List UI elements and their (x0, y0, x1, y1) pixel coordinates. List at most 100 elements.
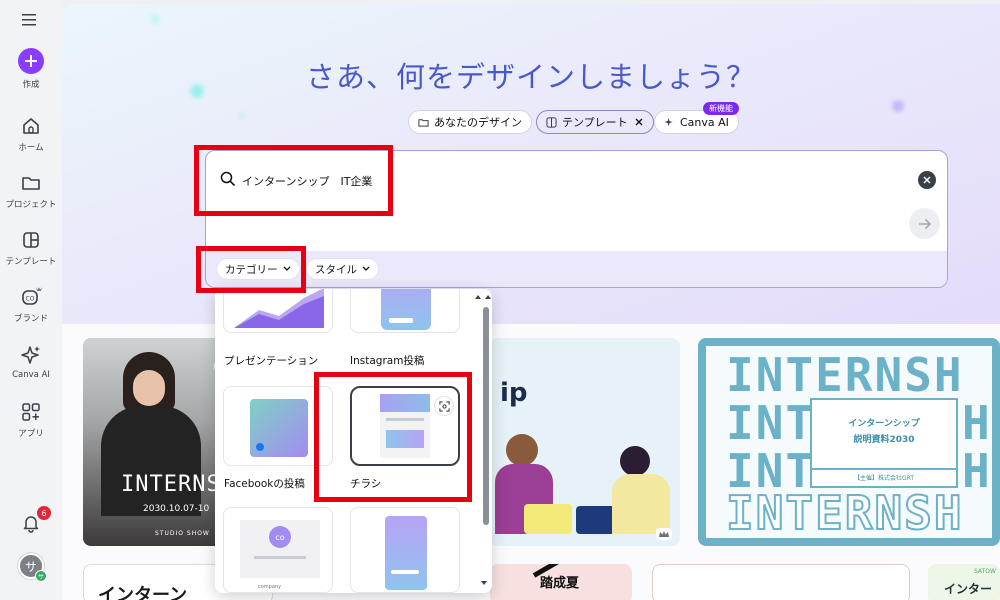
sidebar: 作成 ホーム プロジェクト テンプレート CO ブランド Canva AI アプ… (0, 0, 62, 600)
card-title: INTERNSH (726, 348, 964, 402)
card-text: 説明資料2030 (853, 435, 915, 445)
sidebar-item-home[interactable]: ホーム (0, 115, 62, 153)
menu-icon[interactable] (22, 12, 40, 28)
svg-text:CO: CO (26, 296, 35, 303)
sidebar-item-apps[interactable]: アプリ (0, 401, 62, 439)
template-icon (23, 232, 39, 248)
sparkle-icon (21, 346, 40, 364)
filter-category-button[interactable]: カテゴリー (216, 258, 300, 280)
template-card-bottom-4[interactable]: SATOW インター (928, 564, 1000, 600)
category-thumb-facebook[interactable] (223, 386, 333, 466)
tab-your-designs[interactable]: あなたのデザイン (408, 110, 532, 134)
tab-label: あなたのデザイン (434, 116, 522, 129)
chevron-down-icon (283, 266, 290, 271)
notification-count-badge: 6 (37, 506, 51, 520)
main-content: さあ、何をデザインしましょう？ あなたのデザイン テンプレート Canva AI… (62, 4, 1000, 600)
card-text: 【主催】株式会社GRT (812, 468, 956, 482)
filter-style-button[interactable]: スタイル (306, 258, 379, 280)
clear-search-button[interactable] (918, 171, 936, 189)
avatar[interactable]: サ サ (18, 553, 47, 582)
sidebar-item-projects[interactable]: プロジェクト (0, 172, 62, 210)
new-feature-badge: 新機能 (703, 102, 739, 115)
card-text: INT (726, 396, 816, 450)
dropdown-scrollbar[interactable] (483, 307, 489, 525)
filter-label: スタイル (315, 263, 357, 276)
home-icon (23, 118, 39, 134)
sidebar-item-create[interactable]: 作成 (0, 48, 62, 90)
sidebar-item-label: 作成 (22, 80, 40, 90)
card-text: H (962, 444, 990, 498)
chevron-down-icon (362, 266, 370, 271)
decor-glow (892, 100, 904, 112)
notifications-button[interactable]: 6 (20, 506, 51, 536)
card-text: STUDIO SHOW (155, 530, 210, 537)
search-input[interactable]: インターンシップ IT企業 (242, 173, 372, 189)
template-card-bottom-3[interactable] (652, 564, 910, 600)
search-box[interactable]: インターンシップ IT企業 カテゴリー スタイル (205, 150, 948, 288)
filter-label: カテゴリー (225, 263, 278, 276)
sidebar-item-brand[interactable]: CO ブランド (0, 286, 62, 324)
person-head (620, 446, 650, 476)
preview-button[interactable] (434, 396, 454, 416)
hero-section: さあ、何をデザインしましょう？ あなたのデザイン テンプレート Canva AI… (62, 4, 1000, 324)
brand-icon: CO (22, 287, 42, 305)
tab-templates[interactable]: テンプレート (536, 110, 654, 134)
instagram-thumbnail (381, 289, 431, 330)
sidebar-item-templates[interactable]: テンプレート (0, 229, 62, 267)
scroll-down-icon[interactable] (479, 579, 489, 587)
close-icon[interactable] (634, 117, 644, 127)
facebook-icon (256, 443, 264, 451)
thumb-text: company (258, 584, 282, 590)
presentation-thumbnail (234, 289, 324, 328)
sidebar-item-label: ホーム (18, 143, 44, 153)
template-card-bottom-2[interactable]: 踏成夏 (490, 564, 632, 600)
card-title: インターン (98, 585, 188, 600)
category-label-flyer[interactable]: チラシ (350, 476, 381, 491)
card-date: 2030.10.07-10 (143, 504, 210, 514)
thumb-line (386, 418, 424, 421)
folder-icon (22, 177, 40, 190)
category-thumb-flyer[interactable] (350, 386, 460, 466)
card-info-box: インターンシップ 説明資料2030 【主催】株式会社GRT (810, 398, 958, 488)
apps-icon (22, 403, 40, 421)
logo-icon: co (269, 526, 291, 548)
category-dropdown[interactable]: プレゼンテーション Instagram投稿 Facebookの投稿 チラシ co… (215, 289, 492, 593)
crown-icon (656, 528, 672, 540)
tab-label: テンプレート (562, 116, 628, 129)
sparkle-icon (664, 117, 673, 126)
card-title: 踏成夏 (540, 576, 580, 591)
scan-preview-icon (438, 400, 450, 412)
card-text: インターンシップ (848, 419, 920, 429)
category-label-presentation[interactable]: プレゼンテーション (224, 353, 318, 368)
thumb-line (254, 556, 306, 559)
category-thumb-instagram[interactable] (350, 289, 460, 333)
laptop (524, 504, 572, 534)
person-body (101, 406, 201, 516)
sidebar-item-canva-ai[interactable]: Canva AI (0, 344, 62, 380)
sidebar-item-label: アプリ (18, 429, 44, 439)
thumb-band (386, 430, 424, 448)
scroll-up-icon[interactable] (473, 293, 492, 301)
template-card-internship-text[interactable]: INTERNSH INT INT H H INTERNSH インターンシップ 説… (698, 338, 1000, 546)
card-text: SATOW (974, 568, 996, 575)
thumb-line (391, 570, 419, 574)
category-thumb-logo[interactable]: co company (223, 507, 333, 593)
arrow-right-icon (918, 218, 931, 229)
category-label-instagram[interactable]: Instagram投稿 (350, 353, 424, 368)
submit-search-button[interactable] (909, 208, 940, 239)
page-title: さあ、何をデザインしましょう？ (305, 60, 756, 94)
logo-thumbnail: co (240, 520, 320, 578)
card-text: INTERNSH (725, 485, 964, 540)
decor-glow (238, 112, 246, 120)
sidebar-item-label: プロジェクト (5, 200, 57, 210)
plus-icon (18, 48, 44, 74)
category-thumb-story[interactable] (350, 507, 460, 593)
template-card-illustration[interactable]: ip (490, 338, 680, 546)
thumb-band (380, 394, 430, 412)
category-thumb-presentation[interactable] (223, 289, 333, 333)
sidebar-item-label: ブランド (13, 314, 48, 324)
flyer-thumbnail (380, 394, 430, 458)
category-label-facebook[interactable]: Facebookの投稿 (224, 476, 305, 491)
close-icon (923, 176, 931, 184)
person-head (506, 434, 538, 466)
